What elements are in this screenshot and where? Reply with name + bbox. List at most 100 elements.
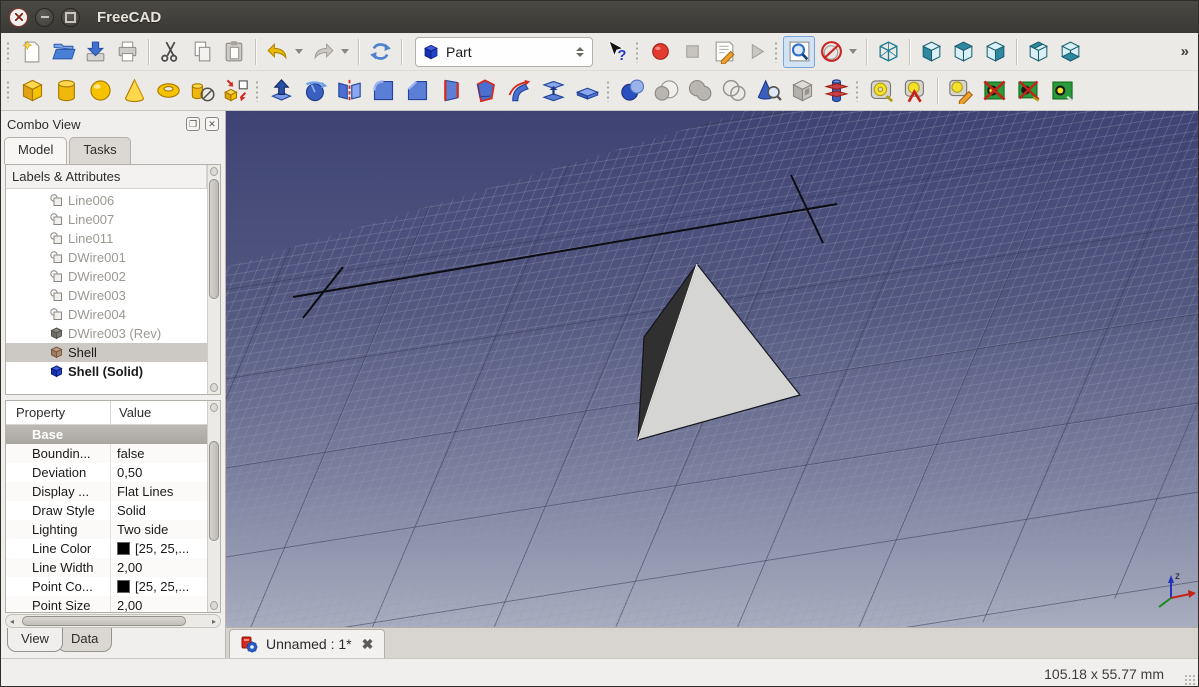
part-cone-button[interactable] — [117, 74, 151, 108]
view-top-button[interactable] — [947, 36, 979, 68]
view-rear-button[interactable] — [1022, 36, 1054, 68]
extrude-button[interactable] — [264, 74, 298, 108]
property-group-row[interactable]: Base — [6, 425, 207, 444]
close-button[interactable] — [9, 8, 28, 27]
draw-style-button[interactable] — [815, 36, 847, 68]
tree-item[interactable]: DWire001 — [6, 248, 220, 267]
property-row[interactable]: Line Color[25, 25,... — [6, 539, 207, 558]
print-button[interactable] — [111, 36, 143, 68]
scrollbar-thumb[interactable] — [22, 616, 186, 626]
whats-this-button[interactable]: ? — [601, 36, 633, 68]
macro-play-button[interactable] — [740, 36, 772, 68]
measure-angular-button[interactable] — [898, 74, 932, 108]
tab-model[interactable]: Model — [4, 137, 67, 164]
view-right-button[interactable] — [979, 36, 1011, 68]
property-vertical-scrollbar[interactable] — [207, 401, 220, 612]
property-column-header[interactable]: Property — [6, 401, 111, 424]
tree-item[interactable]: Line006 — [6, 191, 220, 210]
tetrahedron-shell[interactable] — [638, 264, 800, 440]
mirror-button[interactable] — [332, 74, 366, 108]
property-row[interactable]: Display ...Flat Lines — [6, 482, 207, 501]
value-column-header[interactable]: Value — [111, 401, 207, 424]
resize-grip[interactable] — [1184, 674, 1196, 686]
property-row[interactable]: Boundin...false — [6, 444, 207, 463]
union-button[interactable] — [683, 74, 717, 108]
property-horizontal-scrollbar[interactable]: ◂ ▸ — [5, 614, 221, 628]
cut-boolean-button[interactable] — [649, 74, 683, 108]
property-row[interactable]: Point Co...[25, 25,... — [6, 577, 207, 596]
scroll-down-button[interactable] — [210, 383, 218, 392]
boolean-button[interactable] — [615, 74, 649, 108]
measure-toggle-dimensions-button[interactable] — [1045, 74, 1079, 108]
open-button[interactable] — [47, 36, 79, 68]
part-sphere-button[interactable] — [83, 74, 117, 108]
toolbar-handle[interactable] — [6, 41, 10, 63]
part-cylinder-button[interactable] — [49, 74, 83, 108]
toolbar-handle[interactable] — [6, 80, 10, 102]
defeaturing-button[interactable] — [785, 74, 819, 108]
tree-item[interactable]: Line011 — [6, 229, 220, 248]
scroll-right-button[interactable]: ▸ — [212, 617, 216, 626]
section-button[interactable] — [570, 74, 604, 108]
macro-stop-button[interactable] — [676, 36, 708, 68]
measure-toggle-all-button[interactable] — [977, 74, 1011, 108]
maximize-button[interactable] — [61, 8, 80, 27]
view-bottom-button[interactable] — [1054, 36, 1086, 68]
tab-data[interactable]: Data — [57, 628, 112, 652]
tree-item-selected[interactable]: Shell — [6, 343, 220, 362]
check-geometry-button[interactable] — [751, 74, 785, 108]
fit-all-button[interactable] — [783, 36, 815, 68]
tree-item[interactable]: DWire004 — [6, 305, 220, 324]
scrollbar-thumb[interactable] — [209, 179, 219, 299]
part-primitives-button[interactable] — [185, 74, 219, 108]
toolbar-handle[interactable] — [855, 80, 859, 102]
view-front-button[interactable] — [915, 36, 947, 68]
measure-toggle-3d-button[interactable] — [1011, 74, 1045, 108]
document-tab[interactable]: Unnamed : 1* ✖ — [229, 629, 385, 658]
minimize-button[interactable] — [35, 8, 54, 27]
macro-edit-button[interactable] — [708, 36, 740, 68]
measure-refresh-button[interactable] — [943, 74, 977, 108]
cut-button[interactable] — [154, 36, 186, 68]
toolbar-handle[interactable] — [606, 80, 610, 102]
shape-builder-button[interactable] — [219, 74, 253, 108]
title-bar[interactable]: FreeCAD — [1, 1, 1198, 33]
cross-sections-button[interactable] — [819, 74, 853, 108]
scroll-up-button[interactable] — [210, 403, 218, 412]
chamfer-button[interactable] — [400, 74, 434, 108]
tree-item[interactable]: DWire002 — [6, 267, 220, 286]
property-row[interactable]: Draw StyleSolid — [6, 501, 207, 520]
part-box-button[interactable] — [15, 74, 49, 108]
workbench-selector[interactable]: Part — [415, 37, 593, 67]
undo-history-button[interactable] — [293, 36, 307, 68]
property-row[interactable]: Line Width2,00 — [6, 558, 207, 577]
save-button[interactable] — [79, 36, 111, 68]
fillet-button[interactable] — [366, 74, 400, 108]
tree-item[interactable]: Shell (Solid) — [6, 362, 220, 381]
draft-line[interactable] — [293, 175, 837, 318]
redo-history-button[interactable] — [339, 36, 353, 68]
revolve-button[interactable] — [298, 74, 332, 108]
scrollbar-thumb[interactable] — [209, 441, 219, 541]
tree-item[interactable]: DWire003 (Rev) — [6, 324, 220, 343]
undo-button[interactable] — [261, 36, 293, 68]
macro-record-button[interactable] — [644, 36, 676, 68]
tree-vertical-scrollbar[interactable] — [207, 165, 220, 394]
measure-linear-button[interactable] — [864, 74, 898, 108]
refresh-button[interactable] — [364, 36, 396, 68]
tree-item[interactable]: DWire003 — [6, 286, 220, 305]
paste-button[interactable] — [218, 36, 250, 68]
toolbar-handle[interactable] — [635, 41, 639, 63]
tab-view[interactable]: View — [7, 628, 63, 652]
copy-button[interactable] — [186, 36, 218, 68]
draw-style-menu-button[interactable] — [847, 36, 861, 68]
make-face-button[interactable] — [468, 74, 502, 108]
redo-button[interactable] — [307, 36, 339, 68]
loft-button[interactable] — [536, 74, 570, 108]
close-panel-button[interactable]: ✕ — [205, 117, 219, 131]
view-axonometric-button[interactable] — [872, 36, 904, 68]
tab-tasks[interactable]: Tasks — [69, 137, 130, 164]
part-torus-button[interactable] — [151, 74, 185, 108]
property-row[interactable]: LightingTwo side — [6, 520, 207, 539]
ruled-surface-button[interactable] — [434, 74, 468, 108]
